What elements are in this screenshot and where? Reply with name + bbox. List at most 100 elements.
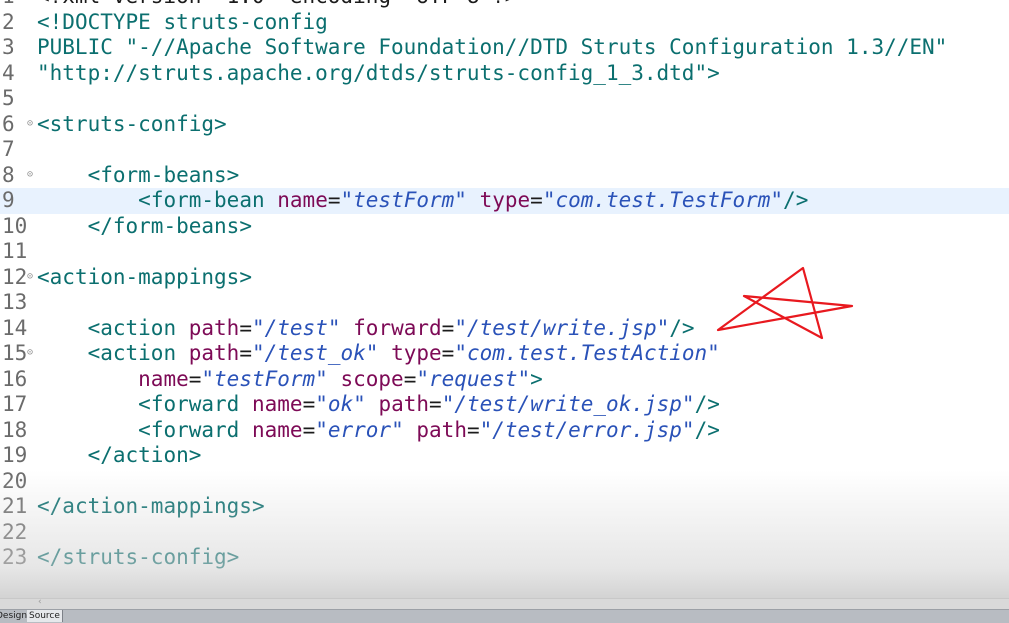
code-token: path [378,392,430,416]
code-token: "/test_ok" [251,341,379,365]
code-line[interactable]: 4 "http://struts.apache.org/dtds/struts-c… [0,61,1009,87]
code-line[interactable]: 7 [0,137,1009,163]
code-token: DOCTYPE struts-config [62,9,328,34]
code-token: form-beans [100,162,227,187]
code-token: action-mappings [62,494,252,518]
line-number: 10 [2,213,28,238]
tab-source[interactable]: Source [27,610,63,622]
code-text: <action path="/test" forward="/test/writ… [37,316,695,342]
code-line[interactable]: 13 [0,290,1009,316]
code-text: <form-bean name="testForm" type="com.tes… [37,188,808,214]
code-editor[interactable]: 1 <?xml version="1.0" encoding="UTF-8"?> 2… [0,0,1009,571]
code-line[interactable]: 11 [0,239,1009,265]
line-number: 23 [2,545,28,569]
code-token: "/test/error.jsp" [479,417,695,442]
line-number: 6 [2,111,15,136]
line-number: 11 [2,239,28,263]
code-token: path [188,341,240,365]
code-token: < [87,341,101,365]
code-token: forward [353,315,442,340]
code-token: = [302,392,316,416]
line-number: 18 [2,417,28,442]
code-token: </ [87,213,113,238]
code-token: = [441,315,455,340]
code-line[interactable]: 19 </action> [0,443,1009,469]
code-token: < [87,162,101,187]
code-token: > [530,366,543,391]
line-number: 17 [2,392,28,416]
code-token: /> [669,315,695,340]
code-line[interactable]: 3 PUBLIC "-//Apache Software Foundation//… [0,35,1009,61]
code-line[interactable]: 23 </struts-config> [0,545,1009,571]
code-token: </ [37,545,63,569]
code-line[interactable]: 9 <form-bean name="testForm" type="com.t… [0,188,1009,214]
code-line[interactable]: 22 [0,520,1009,546]
code-line[interactable]: 20 [0,469,1009,495]
code-token: > [226,545,240,569]
scroll-left-icon[interactable]: ‹ [38,597,42,607]
code-token: path [188,315,240,340]
code-line[interactable]: 15 ⊝ <action path="/test_ok" type="com.te… [0,341,1009,367]
code-token: action [100,315,177,340]
code-line[interactable]: 16 name="testForm" scope="request"> [0,367,1009,393]
code-text: </struts-config> [37,545,239,571]
code-line[interactable]: 21 </action-mappings> [0,494,1009,520]
code-line[interactable]: 8 ⊝ <form-beans> [0,163,1009,189]
code-token: "testForm" [201,366,328,391]
code-token: type [391,341,442,365]
code-line[interactable]: 14 <action path="/test" forward="/test/w… [0,316,1009,342]
code-token: > [251,494,265,518]
code-token: = [466,417,480,442]
code-token: </ [87,443,113,467]
fold-toggle-icon[interactable]: ⊝ [27,164,33,186]
code-text: <action-mappings> [37,265,252,291]
code-token: "ok" [315,392,366,416]
code-token: "http://struts.apache.org/dtds/struts-co… [37,60,708,85]
line-number: 14 [2,315,28,340]
tab-design[interactable]: Design [0,610,31,622]
code-token: = [429,392,442,416]
code-token: "/test/write.jsp" [454,315,670,340]
code-token: "com.test.TestAction" [454,341,720,365]
code-token: < [138,188,151,212]
line-number: 4 [2,60,15,85]
code-text: </action-mappings> [37,494,265,520]
fold-toggle-icon[interactable]: ⊝ [27,266,33,288]
fold-toggle-icon[interactable]: ⊝ [27,113,33,135]
code-token: > [239,213,252,238]
code-token: = [188,366,202,391]
code-text: </form-beans> [37,214,252,240]
code-token: > [188,443,202,467]
code-line[interactable]: 6 ⊝ <struts-config> [0,112,1009,138]
line-number: 21 [2,494,28,518]
code-token: = [530,188,543,212]
code-token: "com.test.TestForm" [542,188,784,212]
code-token: < [87,315,101,340]
fold-toggle-icon[interactable]: ⊝ [27,342,33,364]
line-number: 2 [2,9,15,34]
code-token: form-beans [112,213,240,238]
code-line[interactable]: 1 <?xml version="1.0" encoding="UTF-8"?> [0,0,1009,10]
code-text: <?xml version="1.0" encoding="UTF-8"?> [37,0,517,10]
line-number: 1 [2,0,15,10]
code-token: < [37,111,50,136]
code-line[interactable]: 12 ⊝ <action-mappings> [0,265,1009,291]
code-token: "request" [416,366,531,391]
code-line[interactable]: 5 [0,86,1009,112]
code-line[interactable]: 10 </form-beans> [0,214,1009,240]
code-line[interactable]: 18 <forward name="error" path="/test/err… [0,418,1009,444]
code-line[interactable]: 2 <!DOCTYPE struts-config [0,10,1009,36]
editor-bottom-tabs: Design Source [0,609,1009,623]
code-line[interactable]: 17 <forward name="ok" path="/test/write_… [0,392,1009,418]
code-token: = [403,366,417,391]
line-number: 16 [2,366,28,391]
code-text: </action> [37,443,202,469]
code-text: <action path="/test_ok" type="com.test.T… [37,341,720,367]
